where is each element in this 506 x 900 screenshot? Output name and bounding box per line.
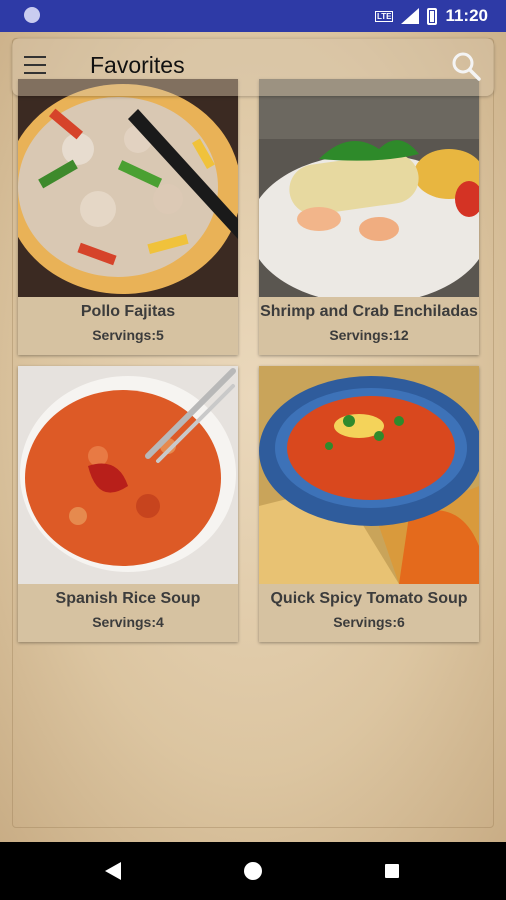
menu-icon[interactable] [24, 56, 48, 76]
home-icon[interactable] [244, 862, 262, 880]
status-bar: LTE 11:20 [0, 0, 506, 32]
recipe-card[interactable]: Shrimp and Crab Enchiladas Servings:12 [259, 79, 479, 355]
recipe-servings: Servings:4 [92, 614, 164, 630]
signal-icon [401, 8, 420, 24]
recipe-card[interactable]: Pollo Fajitas Servings:5 [18, 79, 238, 355]
back-icon[interactable] [105, 862, 121, 880]
recipe-image [18, 366, 238, 584]
recipe-image [259, 366, 479, 584]
navigation-bar [0, 842, 506, 900]
recipe-name: Pollo Fajitas [80, 303, 176, 320]
app-bar: Favorites [12, 38, 494, 96]
search-icon[interactable] [450, 50, 482, 82]
recipe-card[interactable]: Quick Spicy Tomato Soup Servings:6 [259, 366, 479, 642]
recipe-servings: Servings:5 [92, 327, 164, 343]
recipe-servings: Servings:12 [329, 327, 409, 343]
recipe-name: Quick Spicy Tomato Soup [270, 590, 468, 607]
recipe-name: Shrimp and Crab Enchiladas [260, 303, 478, 320]
recipe-card[interactable]: Spanish Rice Soup Servings:4 [18, 366, 238, 642]
battery-icon [427, 7, 438, 25]
status-time: 11:20 [445, 6, 488, 25]
recipe-image [18, 79, 238, 297]
page-title: Favorites [90, 52, 185, 78]
paper-background: Pollo Fajitas Servings:5 Shrimp and Crab [0, 32, 506, 842]
recipe-name: Spanish Rice Soup [55, 590, 201, 607]
status-icons: LTE 11:20 [374, 6, 488, 26]
recipe-servings: Servings:6 [333, 614, 405, 630]
lte-icon: LTE [374, 10, 394, 22]
notification-dot-icon [24, 7, 40, 23]
recipe-image [259, 79, 479, 297]
recent-apps-icon[interactable] [385, 864, 399, 878]
